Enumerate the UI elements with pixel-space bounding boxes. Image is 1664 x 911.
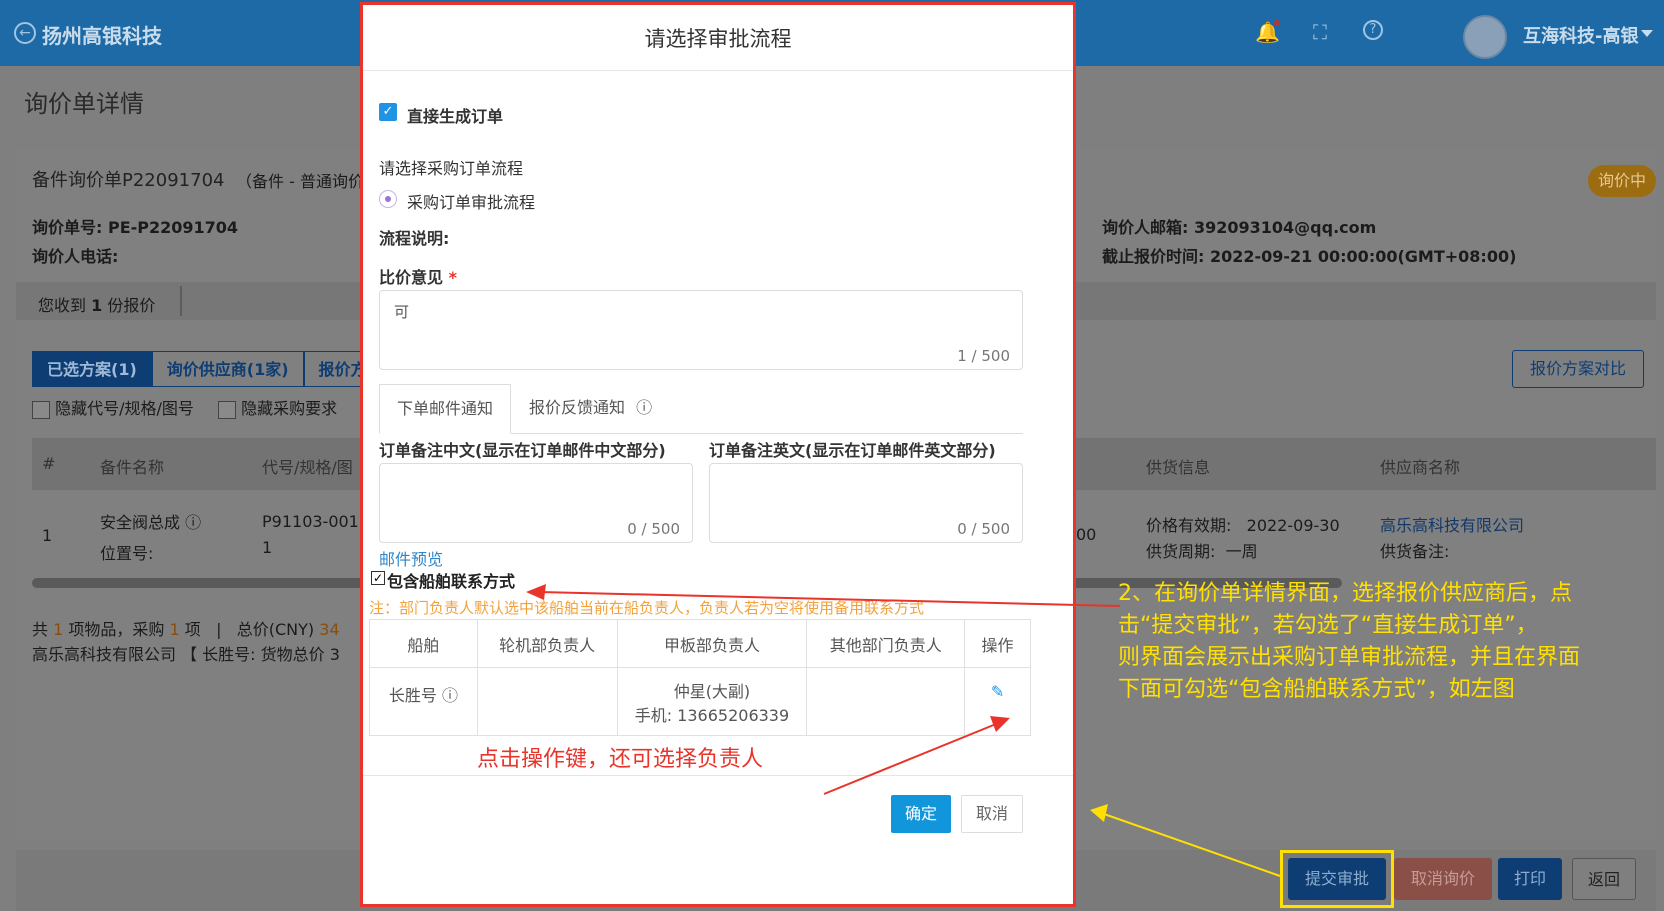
arrowhead <box>1090 804 1108 822</box>
annotation-arrows <box>526 584 1281 877</box>
arrow-to-modal <box>1103 813 1281 877</box>
arrowhead <box>990 716 1010 732</box>
arrowhead <box>526 584 546 600</box>
arrow-to-contact <box>539 591 1121 607</box>
arrow-to-edit <box>823 723 997 795</box>
